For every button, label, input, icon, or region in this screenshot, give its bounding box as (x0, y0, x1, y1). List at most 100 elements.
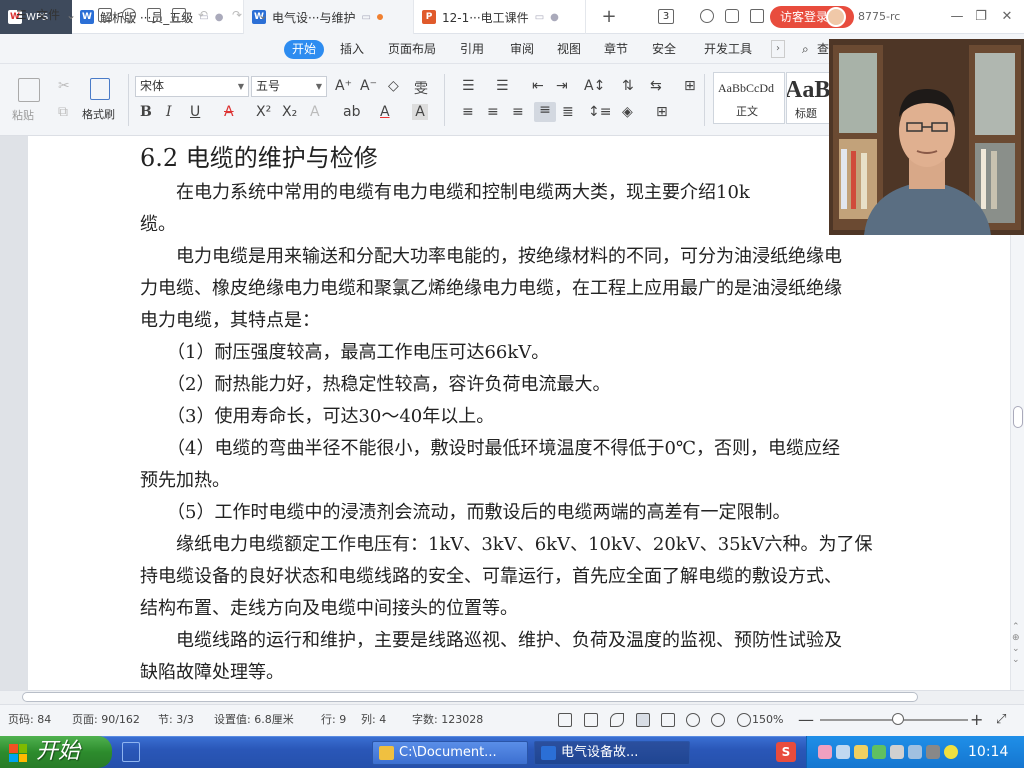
tray-usb-icon[interactable] (926, 745, 940, 759)
zoom-slider-handle[interactable] (892, 713, 904, 725)
tray-ime-icon[interactable] (854, 745, 868, 759)
tab-dot-icon[interactable]: ● (215, 12, 224, 23)
shrink-font-icon[interactable]: A⁻ (360, 78, 377, 94)
file-menu-chevron-icon[interactable]: ⌄ (66, 0, 76, 30)
highlight-icon[interactable]: ab (343, 104, 360, 120)
file-menu[interactable]: 文件 (36, 0, 60, 30)
pinyin-icon[interactable]: 雯 (414, 78, 428, 98)
tab-window-icon[interactable]: ▭ (535, 12, 544, 23)
tray-security-icon[interactable] (872, 745, 886, 759)
char-shading-icon[interactable]: A (412, 104, 428, 120)
taskbar-wps[interactable]: 电气设备故... (534, 741, 690, 765)
format-painter-icon[interactable] (90, 78, 110, 100)
style-normal[interactable]: AaBbCcDd 正文 (713, 72, 785, 124)
write-mode-icon[interactable] (610, 713, 624, 727)
read-mode-icon[interactable] (584, 713, 598, 727)
table-icon[interactable]: ⊞ (684, 78, 696, 94)
tab-insert[interactable]: 插入 (340, 34, 364, 64)
decrease-indent-icon[interactable]: ⇤ (532, 78, 544, 94)
tray-display-icon[interactable] (908, 745, 922, 759)
align-center-icon[interactable]: ≡ (487, 104, 499, 120)
tab-window-icon[interactable]: ▭ (361, 12, 370, 23)
copy-icon[interactable]: ⧉ (58, 104, 68, 120)
tab-start[interactable]: 开始 (284, 40, 325, 59)
search-icon[interactable]: ⌕ (802, 34, 809, 64)
grow-font-icon[interactable]: A⁺ (335, 78, 352, 94)
tab-chapter[interactable]: 章节 (604, 34, 628, 64)
tab-page-layout[interactable]: 页面布局 (388, 34, 436, 64)
paste-icon[interactable] (18, 78, 40, 102)
tray-update-icon[interactable] (944, 745, 958, 759)
tab-view[interactable]: 视图 (557, 34, 581, 64)
clock[interactable]: 10:14 (968, 736, 1008, 768)
increase-indent-icon[interactable]: ⇥ (556, 78, 568, 94)
bold-icon[interactable]: B (140, 104, 152, 120)
zoom-out-icon[interactable]: — (798, 704, 814, 736)
vertical-scroll-thumb[interactable] (1013, 406, 1023, 428)
tab-security[interactable]: 安全 (652, 34, 676, 64)
sync-icon[interactable] (700, 9, 714, 23)
doc-tab-2[interactable]: W 电气设···与维护 ▭ (244, 0, 414, 34)
fit-page-icon[interactable]: ⤢ (996, 704, 1006, 736)
align-left-icon[interactable]: ≡ (462, 104, 474, 120)
superscript-icon[interactable]: X² (256, 104, 271, 120)
page-code[interactable]: 页码: 84 (8, 704, 51, 736)
close-icon[interactable]: ✕ (998, 8, 1016, 26)
eye-protection-icon[interactable] (711, 713, 725, 727)
sort-icon[interactable]: ⇅ (622, 78, 634, 94)
underline-icon[interactable]: U (190, 104, 200, 120)
print-icon[interactable] (147, 8, 161, 22)
tray-volume-icon[interactable] (890, 745, 904, 759)
taskbar-explorer[interactable]: C:\Document... (372, 741, 528, 765)
borders-icon[interactable]: ⊞ (656, 104, 668, 120)
cut-icon[interactable]: ✂ (58, 78, 70, 94)
text-direction-icon[interactable]: A↕ (584, 78, 605, 94)
tab-developer[interactable]: 开发工具 (704, 34, 752, 64)
undo-icon[interactable]: ↶ (198, 0, 208, 30)
format-painter-label[interactable]: 格式刷 (82, 106, 115, 122)
tab-references[interactable]: 引用 (460, 34, 484, 64)
window-count-badge[interactable]: 3 (658, 9, 674, 24)
more-tabs-chevron-icon[interactable]: › (771, 40, 785, 58)
clear-format-icon[interactable]: ◇ (388, 78, 399, 94)
new-tab-plus-icon[interactable]: + (598, 6, 620, 28)
strikethrough-icon[interactable]: A (224, 104, 234, 120)
save-icon[interactable] (98, 8, 112, 22)
align-right-icon[interactable]: ≡ (512, 104, 524, 120)
shading-icon[interactable]: ◈ (622, 104, 633, 120)
focus-mode-icon[interactable] (737, 713, 751, 727)
font-size-select[interactable]: 五号 ▼ (251, 76, 327, 97)
page-nav-icons[interactable]: ⌃ ⊕ ⌄ ⌄ (1012, 622, 1020, 666)
skin-icon[interactable] (725, 9, 739, 23)
italic-icon[interactable]: I (166, 104, 172, 120)
paste-label[interactable]: 粘贴 (12, 107, 34, 123)
redo-icon[interactable]: ↷ (232, 0, 242, 30)
horizontal-scroll-thumb[interactable] (22, 692, 918, 702)
justify-icon[interactable]: ≡ (534, 102, 556, 122)
line-spacing-icon[interactable]: ↕≡ (588, 104, 611, 120)
quick-launch-icon[interactable] (122, 742, 140, 762)
hamburger-icon[interactable]: ☰ (16, 0, 27, 30)
tray-app-icon[interactable] (818, 745, 832, 759)
page-count[interactable]: 页面: 90/162 (72, 704, 140, 736)
avatar[interactable] (826, 7, 846, 27)
minimize-icon[interactable]: — (948, 8, 966, 26)
font-color-icon[interactable]: A (380, 104, 390, 120)
distributed-align-icon[interactable]: ≣ (562, 104, 574, 120)
style-heading[interactable]: AaB 标题 (786, 72, 830, 124)
tray-network-icon[interactable] (836, 745, 850, 759)
quick-access-chevron-icon[interactable]: ⌄ (258, 0, 268, 30)
zoom-level[interactable]: 150% (752, 704, 783, 736)
export-icon[interactable] (122, 8, 136, 22)
web-view-icon[interactable] (686, 713, 700, 727)
page-view-icon[interactable] (636, 713, 650, 727)
tab-dot-icon[interactable]: ● (550, 12, 559, 23)
columns-icon[interactable]: ⇆ (650, 78, 662, 94)
numbered-list-icon[interactable]: ☰ (496, 78, 509, 94)
text-effect-icon[interactable]: A (310, 104, 320, 120)
tab-review[interactable]: 审阅 (510, 34, 534, 64)
subscript-icon[interactable]: X₂ (282, 104, 297, 120)
word-count[interactable]: 字数: 123028 (412, 704, 483, 736)
fullscreen-icon[interactable] (558, 713, 572, 727)
restore-icon[interactable]: ❐ (972, 8, 990, 26)
